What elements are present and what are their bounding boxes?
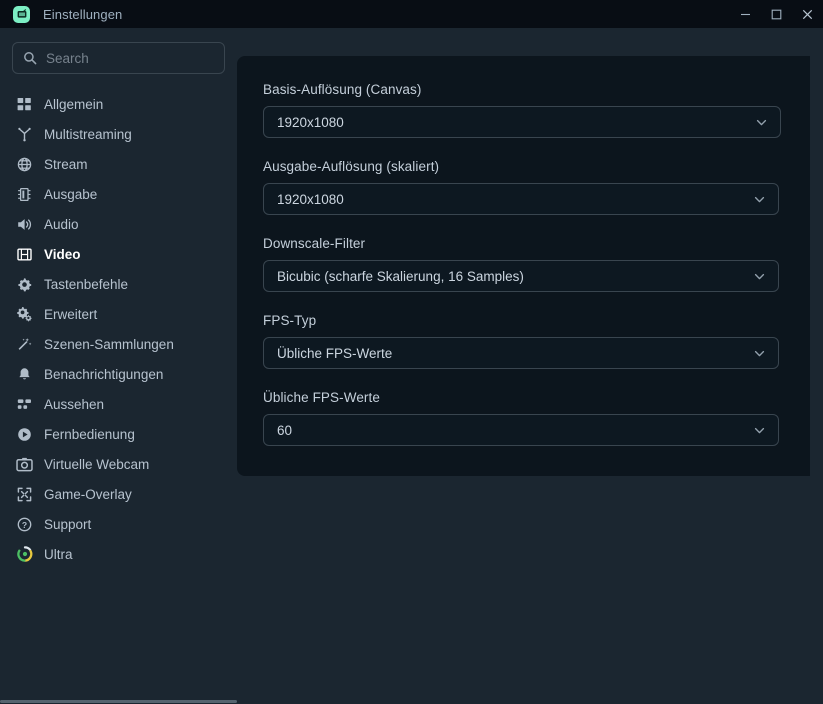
globe-icon	[16, 156, 33, 173]
help-circle-icon: ?	[16, 516, 33, 533]
content-area: Basis-Auflösung (Canvas) 1920x1080 Ausga…	[237, 28, 823, 704]
sidebar-item-support[interactable]: ? Support	[0, 509, 237, 539]
sidebar-item-label: Virtuelle Webcam	[44, 456, 150, 472]
gears-icon	[16, 306, 33, 323]
sidebar-item-label: Ausgabe	[44, 186, 98, 202]
expand-icon	[16, 486, 33, 503]
sidebar-item-video[interactable]: Video	[0, 239, 237, 269]
sidebar-item-label: Benachrichtigungen	[44, 366, 164, 382]
chevron-down-icon	[754, 273, 765, 279]
film-icon	[16, 246, 33, 263]
svg-text:?: ?	[22, 520, 27, 530]
search-box[interactable]	[12, 42, 225, 74]
output-resolution-select[interactable]: 1920x1080	[263, 183, 779, 215]
horizontal-scrollbar[interactable]	[0, 695, 823, 704]
maximize-icon	[771, 9, 782, 19]
field-label: Basis-Auflösung (Canvas)	[263, 82, 422, 97]
sidebar-item-label: Szenen-Sammlungen	[44, 336, 174, 352]
select-value: Übliche FPS-Werte	[277, 345, 393, 361]
chevron-down-icon	[754, 350, 765, 356]
sidebar-nav: Allgemein Multistreaming Stream Ausgabe …	[0, 89, 237, 569]
sidebar-item-fernbedienung[interactable]: Fernbedienung	[0, 419, 237, 449]
sidebar-item-ausgabe[interactable]: Ausgabe	[0, 179, 237, 209]
fps-type-select[interactable]: Übliche FPS-Werte	[263, 337, 779, 369]
field-fps-typ: FPS-Typ Übliche FPS-Werte	[263, 313, 779, 369]
sidebar-item-label: Stream	[44, 156, 88, 172]
chip-icon	[16, 186, 33, 203]
field-downscale-filter: Downscale-Filter Bicubic (scharfe Skalie…	[263, 236, 779, 292]
field-label: FPS-Typ	[263, 313, 317, 328]
chevron-down-icon	[756, 119, 767, 125]
magic-wand-icon	[16, 336, 33, 353]
sidebar-item-szenen-sammlungen[interactable]: Szenen-Sammlungen	[0, 329, 237, 359]
select-value: 1920x1080	[277, 191, 344, 207]
sidebar-item-audio[interactable]: Audio	[0, 209, 237, 239]
obs-studio-icon	[13, 5, 30, 23]
field-label: Ausgabe-Auflösung (skaliert)	[263, 159, 440, 174]
title-bar: Einstellungen	[0, 0, 823, 28]
window-controls	[730, 0, 823, 28]
sidebar-item-virtuelle-webcam[interactable]: Virtuelle Webcam	[0, 449, 237, 479]
sidebar-item-label: Erweitert	[44, 306, 98, 322]
minimize-button[interactable]	[730, 0, 761, 28]
base-resolution-select[interactable]: 1920x1080	[263, 106, 781, 138]
sidebar-item-tastenbefehle[interactable]: Tastenbefehle	[0, 269, 237, 299]
sidebar-item-label: Audio	[44, 216, 79, 232]
horizontal-scrollbar-thumb[interactable]	[0, 700, 237, 703]
sidebar-item-aussehen[interactable]: Aussehen	[0, 389, 237, 419]
maximize-button[interactable]	[761, 0, 792, 28]
play-circle-icon	[16, 426, 33, 443]
layout-icon	[16, 396, 33, 413]
select-value: 60	[277, 422, 293, 438]
select-value: 1920x1080	[277, 114, 344, 130]
ultra-logo-icon	[16, 546, 33, 563]
close-icon	[802, 9, 813, 19]
sidebar-item-stream[interactable]: Stream	[0, 149, 237, 179]
field-basis-aufloesung: Basis-Auflösung (Canvas) 1920x1080	[263, 82, 781, 138]
search-icon	[24, 52, 37, 65]
sidebar-item-label: Tastenbefehle	[44, 276, 129, 292]
select-value: Bicubic (scharfe Skalierung, 16 Samples)	[277, 268, 524, 284]
sidebar-item-game-overlay[interactable]: Game-Overlay	[0, 479, 237, 509]
sidebar-item-label: Support	[44, 516, 92, 532]
search-container	[0, 42, 237, 74]
sidebar-item-label: Video	[44, 246, 81, 262]
sidebar-item-multistreaming[interactable]: Multistreaming	[0, 119, 237, 149]
sidebar-item-ultra[interactable]: Ultra	[0, 539, 237, 569]
sidebar-item-label: Allgemein	[44, 96, 104, 112]
gear-icon	[16, 276, 33, 293]
sidebar-item-label: Game-Overlay	[44, 486, 132, 502]
chevron-down-icon	[754, 427, 765, 433]
search-input[interactable]	[46, 50, 214, 66]
minimize-icon	[741, 13, 750, 15]
close-button[interactable]	[792, 0, 823, 28]
sidebar: Allgemein Multistreaming	[0, 28, 237, 704]
sidebar-item-label: Multistreaming	[44, 126, 132, 142]
sidebar-item-label: Fernbedienung	[44, 426, 135, 442]
grid-icon	[16, 96, 33, 113]
field-label: Übliche FPS-Werte	[263, 390, 380, 405]
window-title: Einstellungen	[43, 6, 123, 22]
sidebar-item-label: Ultra	[44, 546, 73, 562]
chevron-down-icon	[754, 196, 765, 202]
sidebar-item-benachrichtigungen[interactable]: Benachrichtigungen	[0, 359, 237, 389]
branch-icon	[16, 126, 33, 143]
speaker-icon	[16, 216, 33, 233]
field-label: Downscale-Filter	[263, 236, 366, 251]
window-body: Allgemein Multistreaming	[0, 28, 823, 704]
field-uebliche-fps-werte: Übliche FPS-Werte 60	[263, 390, 779, 446]
sidebar-item-erweitert[interactable]: Erweitert	[0, 299, 237, 329]
bell-icon	[16, 366, 33, 383]
camera-icon	[16, 457, 33, 471]
video-settings-card: Basis-Auflösung (Canvas) 1920x1080 Ausga…	[237, 56, 810, 476]
field-ausgabe-aufloesung: Ausgabe-Auflösung (skaliert) 1920x1080	[263, 159, 779, 215]
sidebar-item-allgemein[interactable]: Allgemein	[0, 89, 237, 119]
sidebar-item-label: Aussehen	[44, 396, 105, 412]
downscale-filter-select[interactable]: Bicubic (scharfe Skalierung, 16 Samples)	[263, 260, 779, 292]
common-fps-value-select[interactable]: 60	[263, 414, 779, 446]
